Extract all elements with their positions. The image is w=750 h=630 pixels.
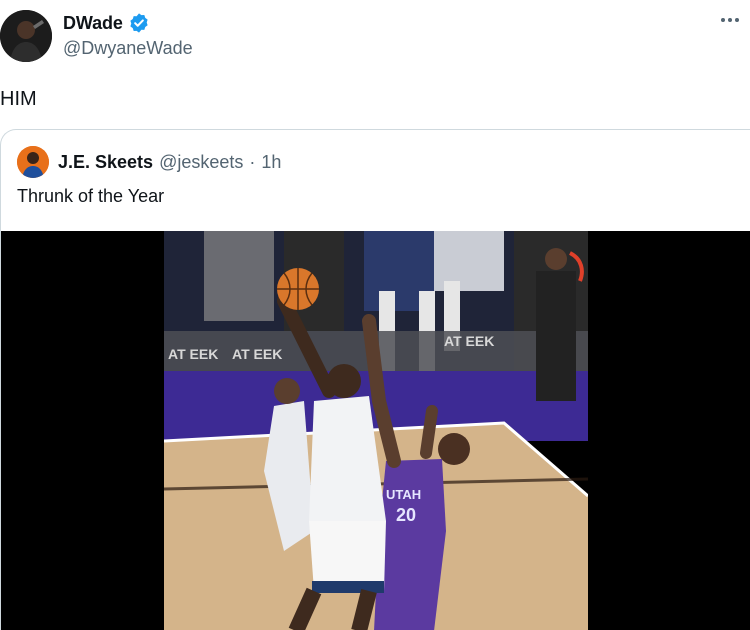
author-handle[interactable]: @DwyaneWade [63, 38, 193, 59]
verified-badge-icon[interactable] [128, 12, 150, 34]
floor-sign-left: AT EEK [168, 346, 218, 362]
quoted-author-avatar[interactable] [17, 146, 49, 178]
quoted-tweet-header: J.E. Skeets @jeskeets · 1h [17, 146, 281, 178]
author-name-row: DWade [63, 12, 150, 34]
basketball-video-frame: AT EEK AT EEK AT EEK 20 UTAH [164, 231, 588, 630]
quoted-separator: · [249, 151, 256, 172]
quoted-tweet-text: Thrunk of the Year [17, 186, 165, 206]
tweet-text: HIM [0, 88, 37, 110]
quoted-tweet[interactable]: J.E. Skeets @jeskeets · 1h Thrunk of the… [0, 129, 750, 630]
author-avatar-image [0, 10, 52, 62]
jersey-number: 20 [396, 505, 416, 525]
quoted-author-display-name[interactable]: J.E. Skeets [58, 152, 153, 173]
tweet: DWade @DwyaneWade HIM J.E. Skeets @jeske… [0, 0, 750, 630]
floor-sign-middle: AT EEK [232, 346, 282, 362]
quoted-author-handle[interactable]: @jeskeets [159, 152, 243, 173]
author-display-name[interactable]: DWade [63, 13, 123, 34]
quoted-timestamp[interactable]: 1h [261, 152, 281, 173]
jersey-brand: UTAH [386, 487, 421, 502]
author-avatar[interactable] [0, 10, 52, 62]
quoted-media[interactable]: AT EEK AT EEK AT EEK 20 UTAH [1, 231, 750, 630]
more-options-icon[interactable] [712, 10, 748, 30]
quoted-author-avatar-image [17, 146, 49, 178]
floor-sign-right: AT EEK [444, 333, 494, 349]
